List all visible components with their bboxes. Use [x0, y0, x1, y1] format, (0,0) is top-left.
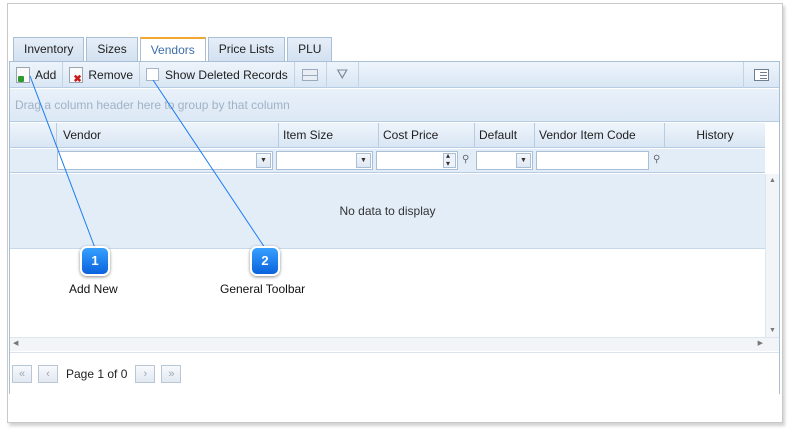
chevron-down-icon[interactable]: ▼ [256, 153, 271, 168]
scroll-down-icon[interactable]: ▼ [769, 327, 776, 334]
remove-icon [69, 66, 84, 85]
add-icon [16, 66, 30, 83]
show-deleted-checkbox[interactable] [146, 68, 160, 81]
header-item-size[interactable]: Item Size [278, 123, 378, 148]
remove-label: Remove [88, 67, 134, 82]
list-view-button[interactable] [743, 61, 779, 88]
header-history[interactable]: History [664, 123, 765, 148]
pager: « ‹ Page 1 of 0 › » [10, 352, 779, 394]
tab-inventory[interactable]: Inventory [13, 37, 85, 62]
filter-options-icon[interactable]: ⚲ [653, 154, 660, 165]
vendor-filter-dropdown[interactable]: ▼ [57, 151, 273, 170]
general-toolbar: Add Remove Show Deleted Records ⛛ [10, 61, 779, 88]
chevron-down-icon[interactable]: ▼ [356, 153, 371, 168]
scroll-left-icon[interactable]: ◀ [13, 339, 18, 347]
header-default[interactable]: Default [474, 123, 534, 148]
show-deleted-label: Show Deleted Records [165, 67, 288, 82]
header-vendor-item-code[interactable]: Vendor Item Code [534, 123, 664, 148]
tab-price-lists[interactable]: Price Lists [207, 37, 286, 62]
prev-page-button[interactable]: ‹ [38, 364, 58, 383]
column-header-row: Vendor Item Size Cost Price Default Vend… [10, 123, 765, 148]
scroll-up-icon[interactable]: ▲ [769, 177, 776, 184]
filter-row: ▼ ▼ ⚲ ▼ ⚲ [10, 149, 765, 173]
vendors-panel: Add Remove Show Deleted Records ⛛ Drag a… [9, 61, 780, 394]
horizontal-scrollbar[interactable]: ◀ ▶ [10, 337, 779, 351]
remove-button[interactable]: Remove [63, 61, 141, 88]
next-page-button[interactable]: › [135, 364, 156, 383]
filter-button[interactable]: ⛛ [327, 61, 359, 88]
spinner-icon[interactable] [443, 151, 456, 168]
add-label: Add [35, 67, 57, 82]
tab-vendors[interactable]: Vendors [139, 37, 206, 63]
grid-empty-area: No data to display [10, 174, 765, 249]
scroll-right-icon[interactable]: ▶ [758, 339, 763, 347]
group-by-panel[interactable]: Drag a column header here to group by th… [10, 89, 779, 122]
vertical-scrollbar[interactable]: ▲ ▼ [765, 174, 779, 337]
callout-label-1: Add New [69, 282, 118, 296]
tab-sizes[interactable]: Sizes [86, 37, 138, 62]
header-cost-price[interactable]: Cost Price [378, 123, 474, 148]
callout-label-2: General Toolbar [220, 282, 306, 296]
vendor-item-code-filter-input[interactable] [536, 151, 649, 170]
chevron-down-icon[interactable]: ▼ [516, 153, 531, 168]
header-blank [10, 123, 56, 148]
add-button[interactable]: Add [10, 61, 64, 88]
tab-plu[interactable]: PLU [287, 37, 333, 62]
column-chooser-button[interactable] [295, 61, 327, 88]
filter-options-icon[interactable]: ⚲ [462, 154, 469, 165]
first-page-button[interactable]: « [12, 364, 32, 383]
default-filter-dropdown[interactable]: ▼ [476, 151, 533, 170]
list-view-icon [754, 68, 769, 81]
last-page-button[interactable]: » [161, 364, 182, 383]
tab-strip: Inventory Sizes Vendors Price Lists PLU [13, 37, 333, 63]
item-size-filter-dropdown[interactable]: ▼ [276, 151, 373, 170]
show-deleted-toggle[interactable]: Show Deleted Records [140, 61, 295, 88]
callout-badge-1: 1 [80, 246, 110, 276]
filter-icon: ⛛ [336, 66, 349, 82]
cost-price-filter-spinner[interactable] [376, 151, 458, 170]
page-indicator: Page 1 of 0 [66, 366, 128, 381]
header-vendor[interactable]: Vendor [56, 123, 278, 148]
callout-badge-2: 2 [250, 246, 280, 276]
column-chooser-icon [302, 68, 319, 81]
